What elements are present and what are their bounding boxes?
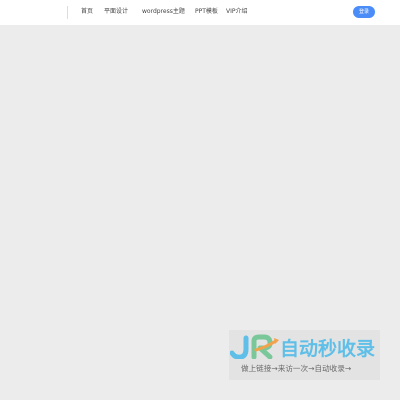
top-navbar: 首页 平面设计 wordpress主题 PPT模板 VIP介绍 登录 <box>0 0 400 25</box>
login-button[interactable]: 登录 <box>353 6 375 18</box>
nav-divider <box>67 6 68 19</box>
watermark-subtitle: 做上链接→来访一次→自动收录→ <box>241 364 352 373</box>
nav-item-ppt-templates[interactable]: PPT模板 <box>195 7 218 17</box>
nav-item-home[interactable]: 首页 <box>81 7 93 17</box>
nav-item-graphic-design[interactable]: 平面设计 <box>104 7 128 17</box>
jr-logo-icon: JR <box>230 334 279 359</box>
auto-index-watermark: JR 自动秒收录 做上链接→来访一次→自动收录→ <box>229 330 380 380</box>
watermark-title: 自动秒收录 <box>280 338 376 360</box>
nav-item-wordpress-themes[interactable]: wordpress主题 <box>142 7 185 17</box>
nav-item-vip-intro[interactable]: VIP介绍 <box>226 7 248 17</box>
